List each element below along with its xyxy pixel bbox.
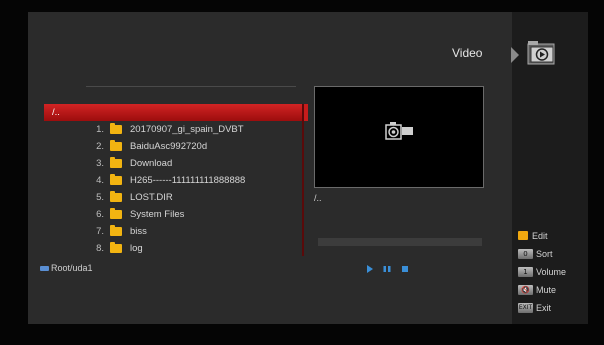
list-item-index: 7. <box>96 226 104 237</box>
list-item-label: 20170907_gi_spain_DVBT <box>130 124 244 135</box>
folder-icon <box>110 242 122 253</box>
list-item-index: 8. <box>96 243 104 254</box>
exit-key-icon: EXIT <box>518 303 533 313</box>
list-item[interactable]: 1. 20170907_gi_spain_DVBT <box>44 121 304 138</box>
list-item[interactable]: 3. Download <box>44 155 304 172</box>
storage-path-label: Root/uda1 <box>51 263 93 273</box>
video-folder-icon <box>526 38 558 68</box>
zero-key-icon: 0 <box>518 249 533 259</box>
folder-icon <box>110 123 122 134</box>
legend-label: Volume <box>536 267 567 277</box>
legend-label: Sort <box>536 249 553 259</box>
mute-key-icon: 🔇 <box>518 285 533 295</box>
folder-icon <box>110 157 122 168</box>
legend-label: Edit <box>532 231 548 241</box>
list-scrollbar[interactable] <box>302 104 304 256</box>
storage-path: Root/uda1 <box>40 263 93 273</box>
list-item-parent-dir[interactable]: /.. <box>44 104 308 121</box>
folder-icon <box>110 225 122 236</box>
folder-icon <box>110 140 122 151</box>
stop-icon[interactable] <box>400 264 410 274</box>
file-list: /.. 1. 20170907_gi_spain_DVBT 2. BaiduAs… <box>44 104 308 257</box>
video-camera-icon <box>385 122 413 140</box>
list-item[interactable]: 7. biss <box>44 223 304 240</box>
playback-progress-bar[interactable] <box>318 238 482 246</box>
list-item-label: /.. <box>52 107 60 118</box>
section-arrow-icon <box>511 47 519 63</box>
list-item[interactable]: 2. BaiduAsc992720d <box>44 138 304 155</box>
list-item-label: H265------111111111888888 <box>130 175 246 186</box>
list-item-label: Download <box>130 158 173 169</box>
yellow-key-icon <box>518 231 528 240</box>
video-preview <box>314 86 484 188</box>
list-item-index: 6. <box>96 209 104 220</box>
list-item-index: 3. <box>96 158 104 169</box>
list-item-label: BaiduAsc992720d <box>130 141 208 152</box>
legend-label: Mute <box>536 285 557 295</box>
header-divider <box>86 86 296 87</box>
list-item[interactable]: 6. System Files <box>44 206 304 223</box>
folder-icon <box>110 208 122 219</box>
pause-icon[interactable] <box>382 264 392 274</box>
list-item[interactable]: 8. log <box>44 240 304 257</box>
folder-icon <box>110 191 122 202</box>
list-item[interactable]: 5. LOST.DIR <box>44 189 304 206</box>
section-title: Video <box>452 46 483 60</box>
list-item-label: System Files <box>130 209 185 220</box>
list-item-index: 1. <box>96 124 104 135</box>
list-item[interactable]: 4. H265------111111111888888 <box>44 172 304 189</box>
list-item-index: 5. <box>96 192 104 203</box>
preview-path: /.. <box>314 193 322 203</box>
list-item-label: log <box>130 243 143 254</box>
storage-icon <box>40 266 49 272</box>
play-icon[interactable] <box>366 264 374 274</box>
list-item-index: 4. <box>96 175 104 186</box>
folder-icon <box>110 174 122 185</box>
one-key-icon: 1 <box>518 267 533 277</box>
list-item-label: LOST.DIR <box>130 192 173 203</box>
legend-label: Exit <box>536 303 552 313</box>
list-item-index: 2. <box>96 141 104 152</box>
list-item-label: biss <box>130 226 147 237</box>
